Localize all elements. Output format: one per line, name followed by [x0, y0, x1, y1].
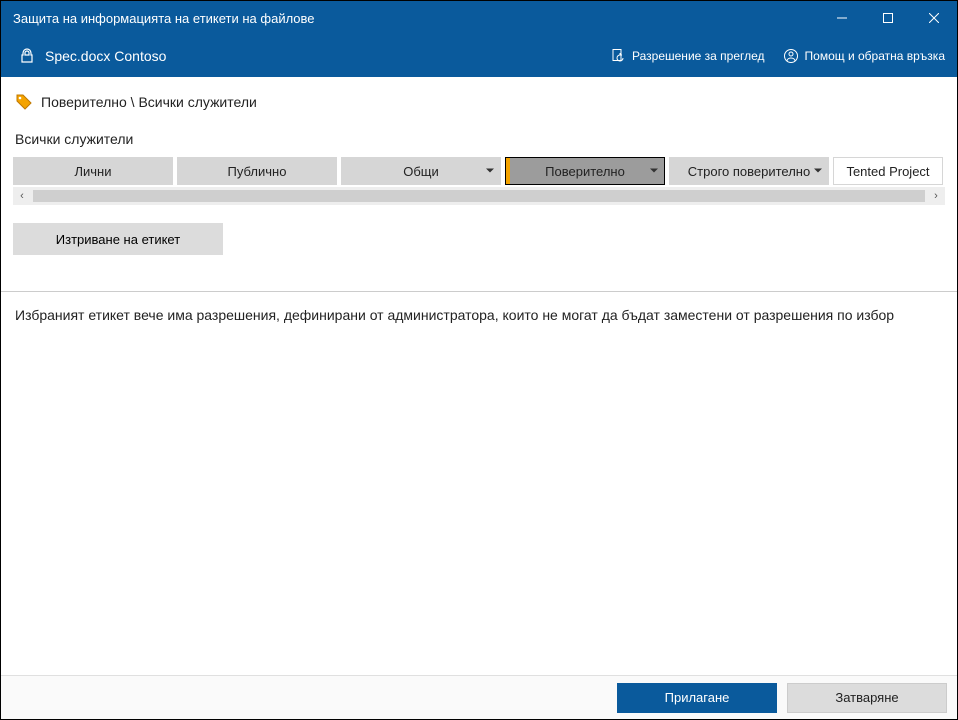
label-text: Лични — [74, 164, 111, 179]
scroll-right-arrow[interactable]: › — [927, 187, 945, 205]
label-general[interactable]: Общи — [341, 157, 501, 185]
lock-icon — [19, 48, 35, 64]
content-spacer — [13, 326, 945, 675]
maximize-button[interactable] — [865, 1, 911, 35]
view-permission-label: Разрешение за преглед — [632, 49, 765, 63]
breadcrumb-row: Поверително \ Всички служители — [13, 93, 945, 111]
section-label: Всички служители — [13, 131, 945, 147]
document-refresh-icon — [610, 48, 626, 64]
help-feedback-link[interactable]: Помощ и обратна връзка — [783, 48, 945, 64]
horizontal-scrollbar[interactable]: ‹ › — [13, 187, 945, 205]
label-confidential[interactable]: Поверително — [505, 157, 665, 185]
label-tented-project[interactable]: Tented Project — [833, 157, 943, 185]
label-text: Публично — [228, 164, 287, 179]
label-public[interactable]: Публично — [177, 157, 337, 185]
minimize-button[interactable] — [819, 1, 865, 35]
person-icon — [783, 48, 799, 64]
filename-label: Spec.docx Contoso — [45, 48, 166, 64]
help-feedback-label: Помощ и обратна връзка — [805, 49, 945, 63]
close-window-button[interactable] — [911, 1, 957, 35]
delete-label-button[interactable]: Изтриване на етикет — [13, 223, 223, 255]
sub-header: Spec.docx Contoso Разрешение за преглед … — [1, 35, 957, 77]
label-text: Поверително — [545, 164, 625, 179]
main-content: Поверително \ Всички служители Всички сл… — [1, 77, 957, 675]
apply-button-label: Прилагане — [665, 690, 730, 705]
admin-permissions-message: Избраният етикет вече има разрешения, де… — [1, 291, 957, 326]
chevron-down-icon — [486, 169, 494, 174]
label-strip: Лични Публично Общи Поверително Строго п… — [13, 157, 945, 185]
footer-bar: Прилагане Затваряне — [1, 675, 957, 719]
label-text: Строго поверително — [688, 164, 810, 179]
label-text: Tented Project — [846, 164, 929, 179]
label-personal[interactable]: Лични — [13, 157, 173, 185]
view-permission-link[interactable]: Разрешение за преглед — [610, 48, 765, 64]
scroll-thumb[interactable] — [33, 190, 925, 202]
chevron-down-icon — [814, 169, 822, 174]
window-title: Защита на информацията на етикети на фай… — [13, 11, 819, 26]
title-bar: Защита на информацията на етикети на фай… — [1, 1, 957, 35]
label-highly-confidential[interactable]: Строго поверително — [669, 157, 829, 185]
apply-button[interactable]: Прилагане — [617, 683, 777, 713]
chevron-down-icon — [650, 169, 658, 174]
breadcrumb-text: Поверително \ Всички служители — [41, 94, 257, 110]
delete-label-text: Изтриване на етикет — [56, 232, 180, 247]
tag-icon — [15, 93, 33, 111]
close-button-label: Затваряне — [835, 690, 898, 705]
scroll-left-arrow[interactable]: ‹ — [13, 187, 31, 205]
label-text: Общи — [403, 164, 439, 179]
close-button[interactable]: Затваряне — [787, 683, 947, 713]
